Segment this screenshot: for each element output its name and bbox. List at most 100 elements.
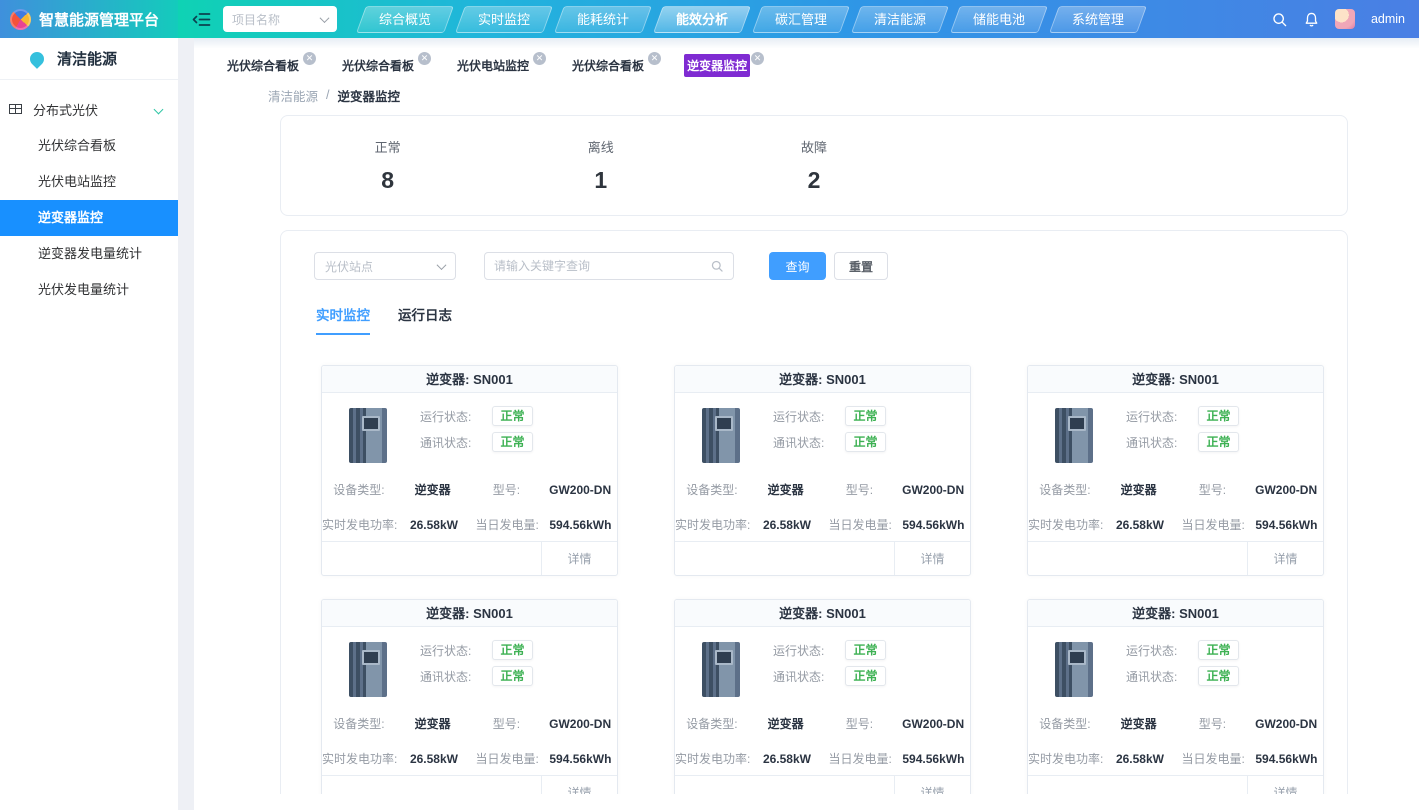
close-icon[interactable]: ✕ — [751, 51, 765, 65]
inverter-card-title: 逆变器: SN001 — [675, 366, 970, 393]
energy-label: 当日发电量: — [828, 518, 892, 532]
comm-status-label: 通讯状态: — [773, 435, 825, 450]
close-icon[interactable]: ✕ — [418, 51, 432, 65]
power-value: 26.58kW — [762, 751, 811, 766]
breadcrumb-parent[interactable]: 清洁能源 — [268, 86, 318, 105]
model-label: 型号: — [1198, 717, 1227, 731]
breadcrumb-current: 逆变器监控 — [337, 89, 401, 104]
open-tab[interactable]: 光伏综合看板 ✕ — [339, 51, 432, 77]
project-select[interactable]: 项目名称 — [223, 6, 337, 32]
sidebar-menu-item[interactable]: 逆变器发电量统计 — [0, 236, 178, 272]
comm-status-badge: 正常 — [492, 432, 533, 452]
filter-row: 光伏站点 查询 重置 — [281, 252, 1347, 280]
search-button[interactable]: 查询 — [769, 252, 826, 280]
energy-value: 594.56kWh — [902, 517, 965, 532]
close-icon[interactable]: ✕ — [303, 51, 317, 65]
sidebar-menu-item[interactable]: 光伏发电量统计 — [0, 272, 178, 308]
main-nav-tab[interactable]: 实时监控 — [455, 5, 553, 33]
search-icon — [710, 259, 724, 273]
status-summary-panel: 正常 8 离线 1 故障 2 — [280, 115, 1348, 216]
main-nav-tab-label: 能耗统计 — [577, 11, 630, 27]
status-stat-label: 离线 — [587, 140, 614, 155]
location-pin-icon — [27, 48, 47, 69]
sidebar-group-distributed-pv[interactable]: 分布式光伏 — [0, 90, 178, 128]
sidebar-group-label: 分布式光伏 — [33, 102, 99, 118]
detail-button[interactable]: 详情 — [541, 542, 617, 575]
run-status-badge: 正常 — [492, 640, 533, 660]
inverter-device-image — [349, 408, 387, 463]
main-nav-tab[interactable]: 能耗统计 — [554, 5, 652, 33]
main-nav-tab-label: 储能电池 — [973, 11, 1026, 27]
sidebar-scrollbar-gutter[interactable] — [178, 38, 194, 810]
device-type-value: 逆变器 — [414, 717, 451, 731]
device-type-label: 设备类型: — [1039, 483, 1091, 497]
sidebar-menu-item[interactable]: 光伏电站监控 — [0, 164, 178, 200]
close-icon[interactable]: ✕ — [648, 51, 662, 65]
open-tab[interactable]: 光伏综合看板 ✕ — [224, 51, 317, 77]
station-select[interactable]: 光伏站点 — [314, 252, 456, 280]
device-type-label: 设备类型: — [686, 483, 738, 497]
energy-value: 594.56kWh — [902, 751, 965, 766]
main-nav: 综合概览 实时监控 能耗统计 能效分析 碳汇管理 清洁能源 储能电池 系统管理 — [356, 5, 1153, 33]
sidebar-menu-item-label: 光伏发电量统计 — [38, 282, 130, 297]
run-status-badge: 正常 — [1198, 406, 1239, 426]
open-tab[interactable]: 光伏电站监控 ✕ — [454, 51, 547, 77]
status-stat: 离线 1 — [494, 137, 707, 194]
keyword-input[interactable] — [494, 259, 710, 273]
power-value: 26.58kW — [409, 751, 458, 766]
power-value: 26.58kW — [1115, 751, 1164, 766]
search-icon[interactable] — [1271, 11, 1288, 28]
close-icon[interactable]: ✕ — [533, 51, 547, 65]
device-type-value: 逆变器 — [767, 483, 804, 497]
content-tab[interactable]: 实时监控 — [316, 304, 370, 335]
open-tab[interactable]: 光伏综合看板 ✕ — [569, 51, 662, 77]
inverter-device-image — [349, 642, 387, 697]
main-nav-tab[interactable]: 能效分析 — [653, 5, 751, 33]
status-stat: 正常 8 — [281, 137, 494, 194]
app-title: 智慧能源管理平台 — [39, 11, 160, 29]
inverter-card-body: 运行状态: 正常 通讯状态: 正常 设备类型: 逆变器 型号: GW200-DN… — [1028, 627, 1323, 775]
collapse-sidebar-icon[interactable] — [192, 12, 211, 27]
power-value: 26.58kW — [1115, 517, 1164, 532]
model-value: GW200-DN — [549, 482, 612, 497]
detail-button[interactable]: 详情 — [1247, 776, 1323, 794]
content-tab[interactable]: 运行日志 — [398, 304, 452, 335]
content-tab-label: 实时监控 — [316, 308, 370, 323]
main-nav-tab[interactable]: 综合概览 — [356, 5, 454, 33]
project-select-placeholder: 项目名称 — [232, 12, 281, 27]
power-label: 实时发电功率: — [675, 752, 751, 766]
bell-icon[interactable] — [1304, 11, 1319, 28]
sidebar-menu-item[interactable]: 逆变器监控 — [0, 200, 178, 236]
main-nav-tab-label: 系统管理 — [1072, 11, 1125, 27]
detail-button[interactable]: 详情 — [1247, 542, 1323, 575]
main-nav-tab[interactable]: 清洁能源 — [851, 5, 950, 33]
status-stat-label: 故障 — [800, 140, 827, 155]
inverter-card-title: 逆变器: SN001 — [322, 366, 617, 393]
sidebar-module-title: 清洁能源 — [57, 51, 118, 68]
avatar[interactable] — [1334, 9, 1355, 29]
main-nav-tab[interactable]: 碳汇管理 — [752, 5, 850, 33]
sidebar: 清洁能源 分布式光伏 光伏综合看板 光伏电站监控 逆变器监控 逆变器发电量统计 … — [0, 38, 178, 810]
station-select-placeholder: 光伏站点 — [325, 259, 374, 274]
inverter-card: 逆变器: SN001 运行状态: 正常 通讯状态: 正常 设备类型: 逆变器 型… — [321, 365, 618, 576]
status-stat-value: 2 — [807, 167, 821, 193]
open-tab-label: 光伏综合看板 — [342, 58, 415, 73]
reset-button[interactable]: 重置 — [834, 252, 888, 280]
device-type-label: 设备类型: — [686, 717, 738, 731]
open-tab[interactable]: 逆变器监控 ✕ — [684, 51, 765, 77]
main-nav-tab[interactable]: 储能电池 — [950, 5, 1049, 33]
username: admin — [1370, 12, 1405, 26]
sidebar-menu-item-label: 光伏综合看板 — [38, 138, 117, 153]
inverter-device-image — [702, 642, 740, 697]
sidebar-menu-item[interactable]: 光伏综合看板 — [0, 128, 178, 164]
main-nav-tab[interactable]: 系统管理 — [1049, 5, 1148, 33]
run-status-badge: 正常 — [1198, 640, 1239, 660]
chevron-down-icon — [436, 259, 447, 270]
detail-button[interactable]: 详情 — [894, 776, 970, 794]
main-nav-tab-label: 实时监控 — [478, 11, 531, 27]
open-tab-label: 逆变器监控 — [684, 53, 751, 77]
sidebar-menu-item-label: 逆变器发电量统计 — [38, 246, 143, 261]
detail-button[interactable]: 详情 — [541, 776, 617, 794]
main-nav-tab-label: 能效分析 — [676, 11, 729, 27]
detail-button[interactable]: 详情 — [894, 542, 970, 575]
